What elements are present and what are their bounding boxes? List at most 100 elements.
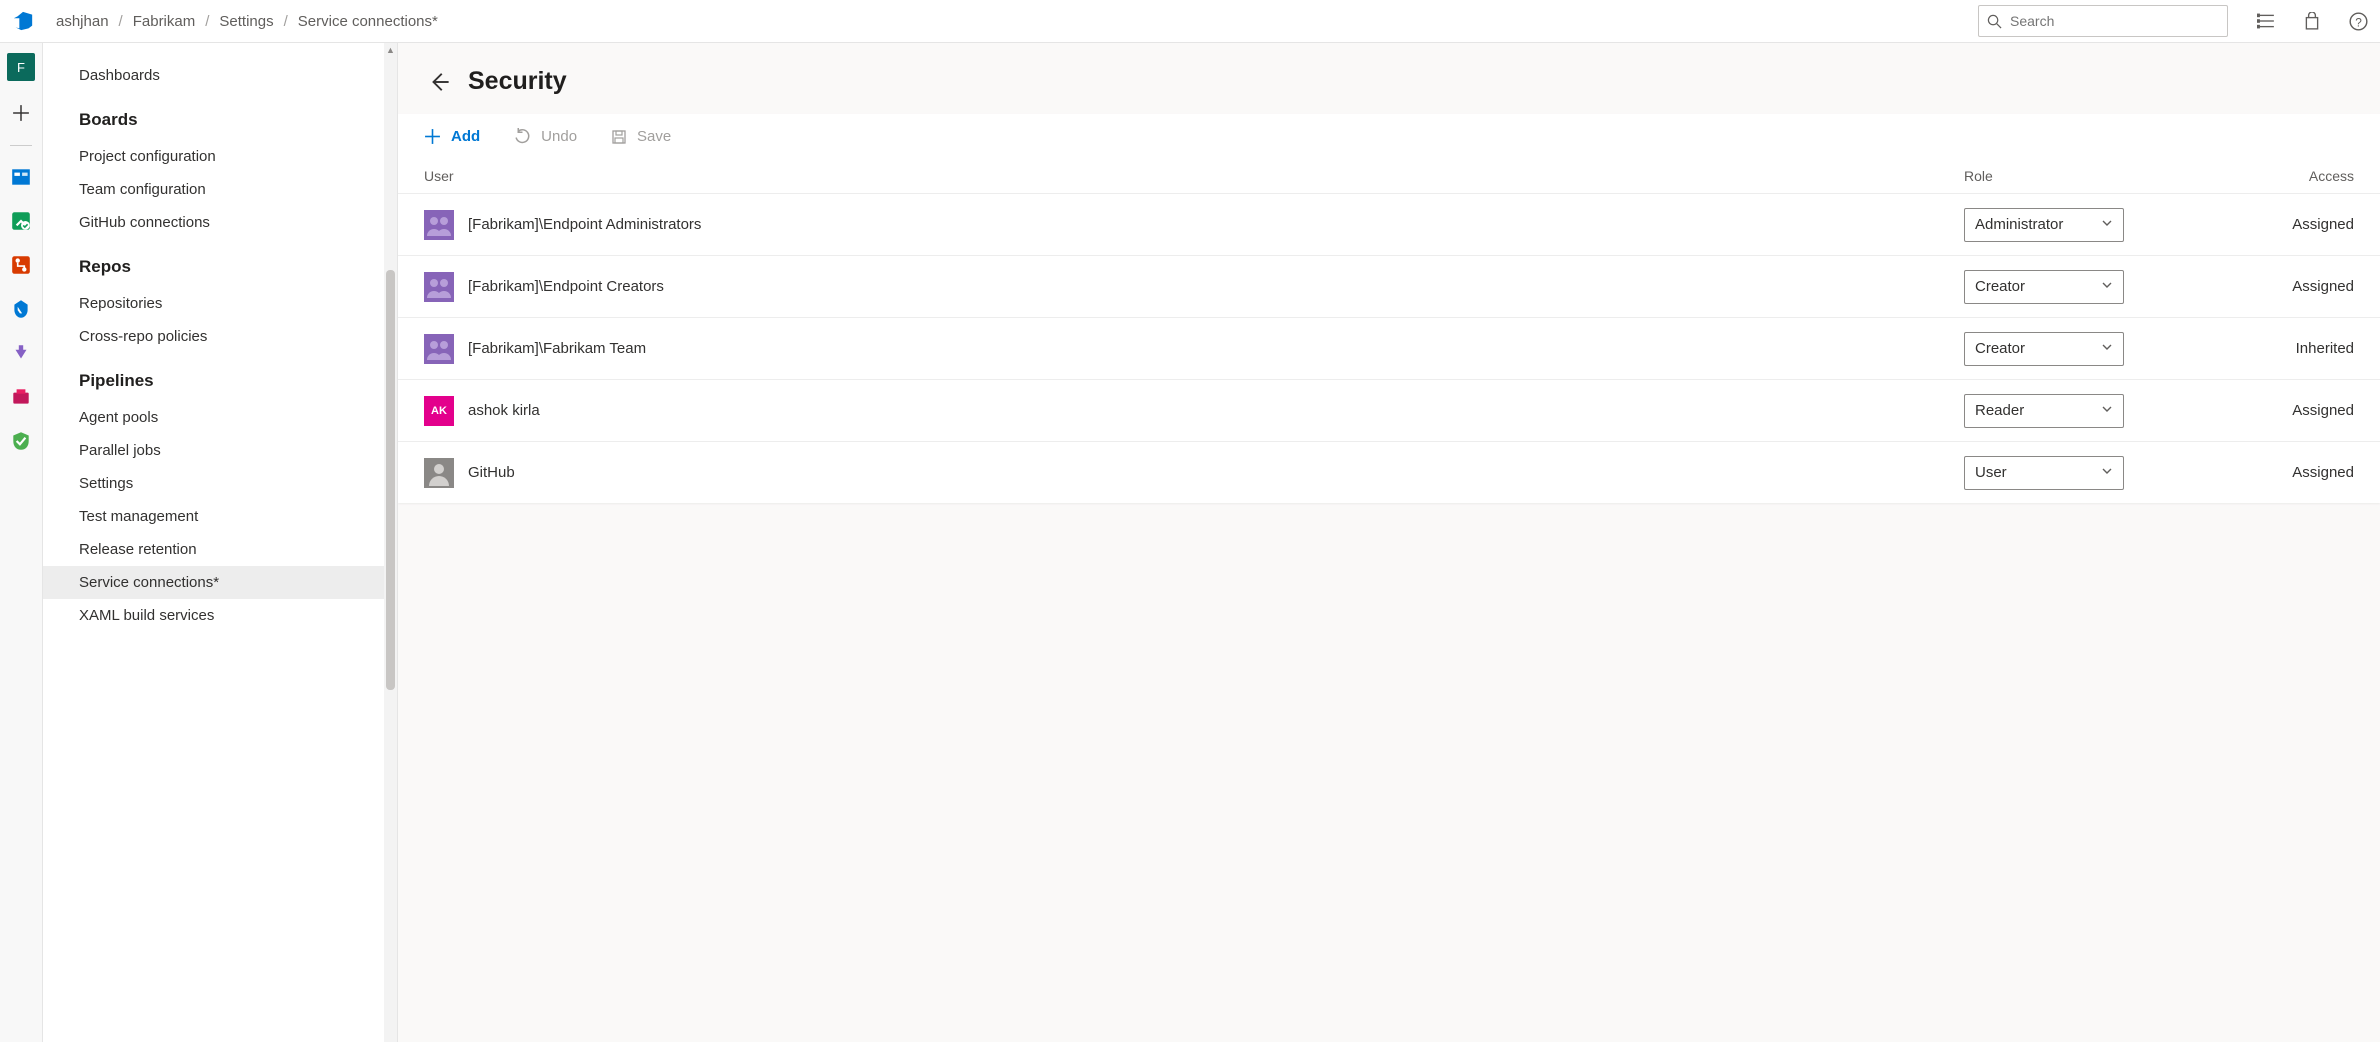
- table-row[interactable]: [Fabrikam]\Fabrikam Team Creator Inherited: [398, 317, 2380, 379]
- security-panel: Add Undo Save User Role Acces: [398, 114, 2380, 503]
- content-header: Security: [398, 43, 2380, 114]
- role-select[interactable]: Reader: [1964, 394, 2124, 428]
- sidebar-item[interactable]: Release retention: [43, 533, 397, 566]
- azure-devops-logo-icon[interactable]: [12, 10, 34, 32]
- table-row[interactable]: AK ashok kirla Reader Assigned: [398, 379, 2380, 441]
- chevron-down-icon: [2101, 278, 2113, 295]
- role-value: Creator: [1975, 278, 2025, 295]
- breadcrumb-item[interactable]: Fabrikam: [133, 13, 196, 30]
- marketplace-icon[interactable]: [2302, 11, 2322, 31]
- boards-icon[interactable]: [8, 164, 34, 190]
- access-cell: Assigned: [2224, 278, 2354, 295]
- role-value: Reader: [1975, 402, 2024, 419]
- col-user: User: [424, 168, 1964, 184]
- sidebar-item[interactable]: Settings: [43, 467, 397, 500]
- help-icon[interactable]: ?: [2348, 11, 2368, 31]
- security-shield-icon[interactable]: [8, 428, 34, 454]
- breadcrumb-item[interactable]: ashjhan: [56, 13, 109, 30]
- role-select[interactable]: Creator: [1964, 332, 2124, 366]
- sidebar-item[interactable]: Test management: [43, 500, 397, 533]
- new-item-icon[interactable]: [7, 99, 35, 127]
- save-button: Save: [611, 128, 671, 145]
- user-name: [Fabrikam]\Endpoint Administrators: [468, 216, 701, 233]
- role-value: User: [1975, 464, 2007, 481]
- add-label: Add: [451, 128, 480, 145]
- chevron-down-icon: [2101, 340, 2113, 357]
- repos-icon[interactable]: [8, 208, 34, 234]
- user-name: GitHub: [468, 464, 515, 481]
- chevron-down-icon: [2101, 464, 2113, 481]
- role-select[interactable]: Administrator: [1964, 208, 2124, 242]
- sidebar-item[interactable]: Service connections*: [43, 566, 397, 599]
- sidebar-item[interactable]: Agent pools: [43, 401, 397, 434]
- chevron-down-icon: [2101, 216, 2113, 233]
- user-cell: AK ashok kirla: [424, 396, 1964, 426]
- breadcrumb-item[interactable]: Settings: [219, 13, 273, 30]
- add-button[interactable]: Add: [424, 128, 480, 145]
- top-icon-group: ?: [2256, 11, 2368, 31]
- save-icon: [611, 129, 627, 145]
- sidebar-item[interactable]: Project configuration: [43, 140, 397, 173]
- undo-button: Undo: [514, 128, 577, 145]
- user-cell: [Fabrikam]\Endpoint Creators: [424, 272, 1964, 302]
- sidebar-item[interactable]: Repositories: [43, 287, 397, 320]
- role-cell: Creator: [1964, 332, 2224, 366]
- role-cell: Creator: [1964, 270, 2224, 304]
- pipelines-icon[interactable]: [8, 252, 34, 278]
- project-avatar[interactable]: F: [7, 53, 35, 81]
- user-cell: [Fabrikam]\Fabrikam Team: [424, 334, 1964, 364]
- avatar-icon: [424, 210, 454, 240]
- sidebar-item-dashboards[interactable]: Dashboards: [43, 59, 397, 92]
- avatar-icon: [424, 272, 454, 302]
- role-select[interactable]: User: [1964, 456, 2124, 490]
- security-table: User Role Access [Fabrikam]\Endpoint Adm…: [398, 159, 2380, 503]
- role-select[interactable]: Creator: [1964, 270, 2124, 304]
- access-cell: Inherited: [2224, 340, 2354, 357]
- access-cell: Assigned: [2224, 216, 2354, 233]
- svg-text:?: ?: [2355, 15, 2362, 29]
- avatar-icon: [424, 334, 454, 364]
- role-cell: Reader: [1964, 394, 2224, 428]
- role-value: Administrator: [1975, 216, 2063, 233]
- sidebar-item[interactable]: Cross-repo policies: [43, 320, 397, 353]
- user-cell: [Fabrikam]\Endpoint Administrators: [424, 210, 1964, 240]
- sidebar-section-header: Boards: [43, 92, 397, 140]
- sidebar-scrollbar-thumb[interactable]: [386, 270, 395, 690]
- breadcrumb-separator-icon: /: [284, 13, 288, 30]
- sidebar-item[interactable]: Parallel jobs: [43, 434, 397, 467]
- extensions-icon[interactable]: [8, 384, 34, 410]
- artifacts-icon[interactable]: [8, 340, 34, 366]
- rail-divider: [10, 145, 32, 146]
- work-items-icon[interactable]: [2256, 11, 2276, 31]
- breadcrumb: ashjhan / Fabrikam / Settings / Service connec…: [56, 13, 438, 30]
- breadcrumb-item[interactable]: Service connections*: [298, 13, 438, 30]
- security-toolbar: Add Undo Save: [398, 114, 2380, 159]
- sidebar-item[interactable]: GitHub connections: [43, 206, 397, 239]
- role-cell: User: [1964, 456, 2224, 490]
- sidebar-section-header: Pipelines: [43, 353, 397, 401]
- user-name: [Fabrikam]\Endpoint Creators: [468, 278, 664, 295]
- col-role: Role: [1964, 168, 2224, 184]
- breadcrumb-separator-icon: /: [205, 13, 209, 30]
- page-title: Security: [468, 67, 567, 96]
- access-cell: Assigned: [2224, 464, 2354, 481]
- table-row[interactable]: GitHub User Assigned: [398, 441, 2380, 503]
- access-cell: Assigned: [2224, 402, 2354, 419]
- avatar-icon: AK: [424, 396, 454, 426]
- table-row[interactable]: [Fabrikam]\Endpoint Creators Creator Assig…: [398, 255, 2380, 317]
- sidebar-item[interactable]: XAML build services: [43, 599, 397, 632]
- test-plans-icon[interactable]: [8, 296, 34, 322]
- table-row[interactable]: [Fabrikam]\Endpoint Administrators Admini…: [398, 193, 2380, 255]
- plus-icon: [424, 128, 441, 145]
- sidebar-item[interactable]: Team configuration: [43, 173, 397, 206]
- back-arrow-icon[interactable]: [428, 71, 450, 93]
- search-input[interactable]: [2010, 13, 2219, 29]
- search-input-container[interactable]: [1978, 5, 2228, 37]
- undo-icon: [514, 128, 531, 145]
- sidebar-scroll-up-icon[interactable]: ▲: [384, 43, 397, 56]
- user-name: ashok kirla: [468, 402, 540, 419]
- breadcrumb-separator-icon: /: [119, 13, 123, 30]
- table-header: User Role Access: [398, 159, 2380, 193]
- chevron-down-icon: [2101, 402, 2113, 419]
- user-name: [Fabrikam]\Fabrikam Team: [468, 340, 646, 357]
